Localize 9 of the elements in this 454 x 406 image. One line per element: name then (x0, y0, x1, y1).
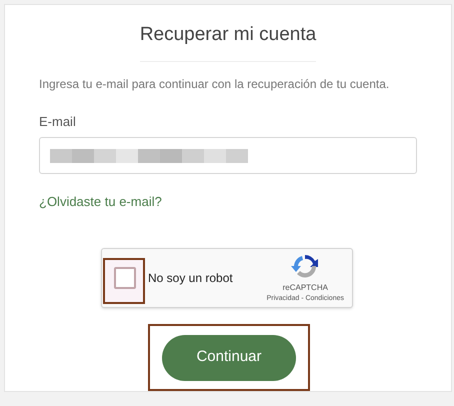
instruction-text: Ingresa tu e-mail para continuar con la recuperación de tu cuenta. (39, 76, 390, 92)
captcha-checkbox[interactable] (114, 267, 136, 290)
email-field[interactable] (39, 137, 417, 174)
continue-button[interactable]: Continuar (162, 334, 296, 381)
dialog-title: Recuperar mi cuenta (140, 5, 316, 62)
recaptcha-brand: reCAPTCHA (282, 282, 328, 294)
forgot-email-link[interactable]: ¿Olvidaste tu e-mail? (39, 192, 162, 212)
field-label: E-mail (39, 112, 76, 130)
captcha-label: No soy un robot (148, 270, 233, 288)
